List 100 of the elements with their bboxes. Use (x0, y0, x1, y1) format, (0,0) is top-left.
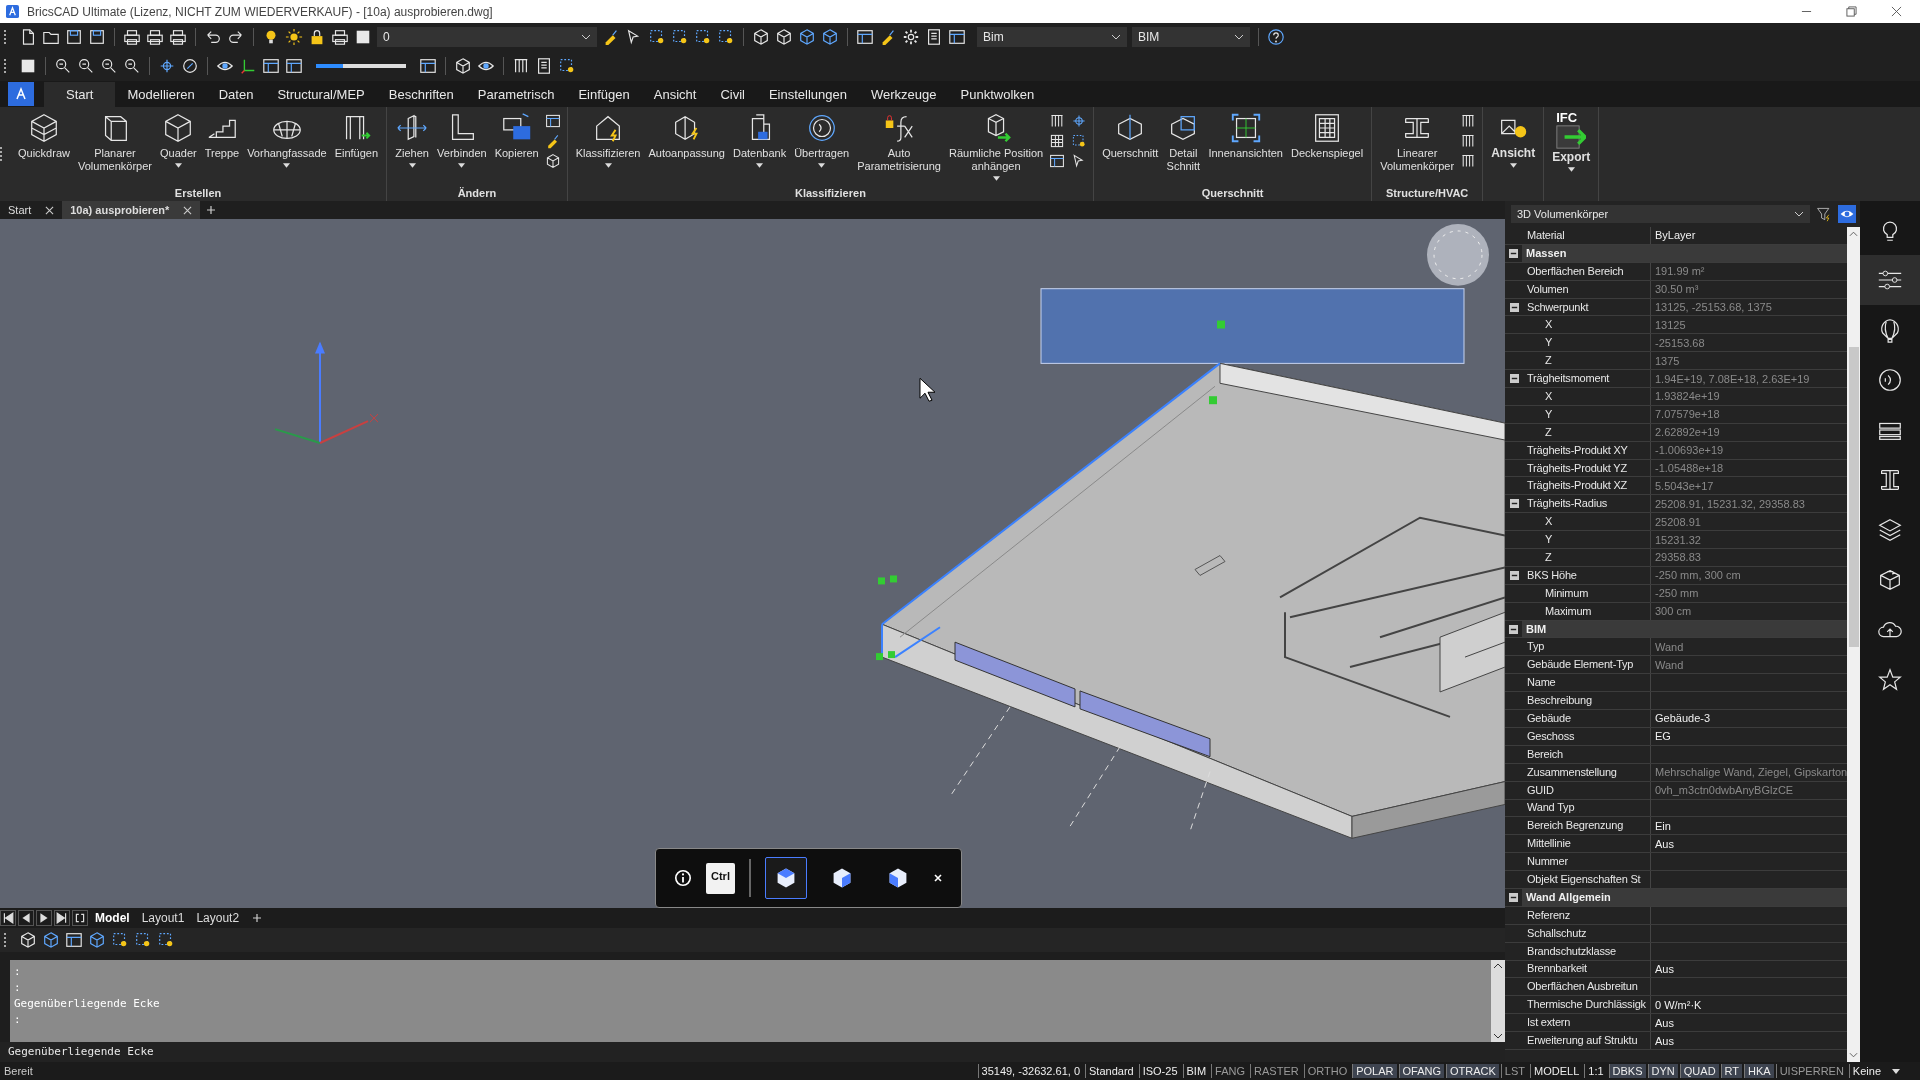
profile-dropdown[interactable]: BIM (1132, 27, 1250, 47)
status-toggle[interactable]: FANG (1211, 1064, 1249, 1078)
ribbon-button[interactable]: Deckenspiegel (1289, 111, 1366, 187)
window-icon[interactable] (544, 113, 561, 129)
cube-icon[interactable] (544, 153, 561, 169)
property-value[interactable]: 0vh_m3ctn0dwbAnyBGlzCE (1651, 784, 1848, 797)
cube-icon[interactable] (19, 931, 37, 949)
collapse-toggle-icon[interactable] (1509, 248, 1518, 258)
scrollbar[interactable] (1847, 227, 1860, 1062)
scroll-up-icon[interactable] (1493, 963, 1503, 969)
layout-tab[interactable]: Layout2 (191, 911, 245, 925)
next-tab-icon[interactable] (36, 910, 52, 926)
property-value[interactable]: Aus (1651, 1034, 1848, 1047)
selection-icon[interactable] (134, 931, 152, 949)
ribbon-tab[interactable]: Civil (708, 81, 757, 107)
window-icon[interactable] (262, 57, 280, 75)
ribbon-button[interactable]: Querschnitt (1100, 111, 1161, 187)
status-toggle[interactable]: RASTER (1250, 1064, 1302, 1078)
collapse-toggle-icon[interactable] (1509, 570, 1519, 580)
document-tab[interactable]: Start (0, 201, 63, 219)
columns-icon[interactable] (1049, 113, 1066, 129)
help-icon[interactable] (1267, 28, 1285, 46)
property-value[interactable]: 2.62892e+19 (1651, 426, 1848, 439)
cube-icon[interactable] (42, 931, 60, 949)
restore-icon[interactable] (1846, 6, 1857, 17)
columns-icon[interactable] (1460, 113, 1477, 129)
property-value[interactable]: Ein (1651, 819, 1848, 832)
navigation-wheel-icon[interactable] (1427, 224, 1489, 286)
property-value[interactable]: 15231.32 (1651, 533, 1848, 546)
zoom-icon[interactable] (100, 57, 118, 75)
circle-wave-icon[interactable] (1876, 366, 1904, 394)
ribbon-button[interactable]: Autoanpassung (646, 111, 727, 187)
status-toggle[interactable]: LST (1500, 1064, 1529, 1078)
settings-icon[interactable] (902, 28, 920, 46)
object-type-dropdown[interactable]: 3D Volumenkörper (1511, 205, 1810, 223)
property-value[interactable]: EG (1651, 730, 1848, 743)
cube-icon[interactable] (454, 57, 472, 75)
ribbon-tab[interactable]: Ansicht (641, 81, 709, 107)
ribbon-button[interactable]: Verbinden (435, 111, 489, 187)
window-icon[interactable] (419, 57, 437, 75)
document-tab[interactable]: 10a) ausprobieren* (62, 201, 201, 219)
zoom-icon[interactable] (123, 57, 141, 75)
property-value[interactable]: Wand (1651, 640, 1848, 653)
selection-icon[interactable] (694, 28, 712, 46)
ctrl-key-button[interactable]: Ctrl (706, 862, 735, 894)
selection-icon[interactable] (558, 57, 576, 75)
property-value[interactable]: 29358.83 (1651, 551, 1848, 564)
ribbon-button[interactable]: Klassifizieren (573, 111, 643, 187)
property-value[interactable]: 25208.91 (1651, 515, 1848, 528)
property-value[interactable]: -1.05488e+18 (1651, 462, 1848, 474)
ribbon-tab[interactable]: Daten (206, 81, 266, 107)
toolbar-grip[interactable] (4, 59, 8, 73)
window-icon[interactable] (856, 28, 874, 46)
ribbon-tab[interactable]: Modellieren (115, 81, 207, 107)
toolbar-grip[interactable] (4, 30, 8, 44)
property-value[interactable]: Aus (1651, 837, 1848, 850)
toolbar-grip[interactable] (0, 147, 4, 161)
zoom-icon[interactable] (77, 57, 95, 75)
ribbon-button[interactable]: Kopieren (492, 111, 541, 187)
printer-icon[interactable] (169, 28, 187, 46)
ribbon-button[interactable]: Datenbank (730, 111, 789, 187)
ribbon-button[interactable]: Ansicht (1489, 111, 1538, 199)
cube-icon[interactable] (798, 28, 816, 46)
ribbon-button[interactable]: Planarer Volumenkörper (75, 111, 154, 187)
property-value[interactable]: 13125 (1651, 318, 1848, 331)
ribbon-tab[interactable]: Parametrisch (465, 81, 567, 107)
printer-icon[interactable] (123, 28, 141, 46)
layout-tab[interactable]: Layout1 (136, 911, 190, 925)
ribbon-tab[interactable]: Start (44, 81, 116, 107)
ribbon-button[interactable]: Ziehen (393, 111, 432, 187)
selection-icon[interactable] (648, 28, 666, 46)
property-value[interactable]: -250 mm, 300 cm (1651, 569, 1848, 582)
ribbon-tab[interactable]: Beschriften (376, 81, 466, 107)
add-layout-icon[interactable] (252, 913, 263, 923)
collapse-toggle-icon[interactable] (1509, 624, 1518, 634)
scrollbar[interactable] (1491, 960, 1505, 1042)
close-icon[interactable] (932, 873, 943, 883)
property-value[interactable]: 191.99 m² (1651, 265, 1848, 278)
status-toggle[interactable]: DBKS (1608, 1064, 1646, 1078)
ribbon-tab[interactable]: Punktwolken (948, 81, 1047, 107)
layers-icon[interactable] (1876, 516, 1904, 544)
cube-icon[interactable] (88, 931, 106, 949)
ribbon-button[interactable]: Übertragen (792, 111, 852, 187)
property-value[interactable]: 25208.91, 15231.32, 29358.83 (1651, 497, 1848, 510)
ribbon-button[interactable]: Detail Schnitt (1164, 111, 1203, 187)
property-value[interactable]: 1.94E+19, 7.08E+18, 2.63E+19 (1651, 372, 1848, 385)
property-value[interactable]: Aus (1651, 1016, 1848, 1029)
ribbon-tab[interactable]: Einstellungen (756, 81, 859, 107)
ribbon-button[interactable]: Treppe (202, 111, 242, 187)
ribbon-button[interactable]: IFC Export (1550, 111, 1593, 199)
window-icon[interactable] (65, 931, 83, 949)
ribbon-button[interactable]: Einfügen (332, 111, 381, 187)
last-tab-icon[interactable] (54, 910, 70, 926)
property-value[interactable]: 13125, -25153.68, 1375 (1651, 301, 1848, 313)
previous-tab-icon[interactable] (18, 910, 34, 926)
collapse-toggle-icon[interactable] (1509, 892, 1518, 902)
grid-icon[interactable] (1049, 133, 1066, 149)
orbit-icon[interactable] (158, 57, 176, 75)
property-value[interactable]: 5.5043e+17 (1651, 479, 1848, 492)
property-value[interactable]: Aus (1651, 962, 1848, 975)
